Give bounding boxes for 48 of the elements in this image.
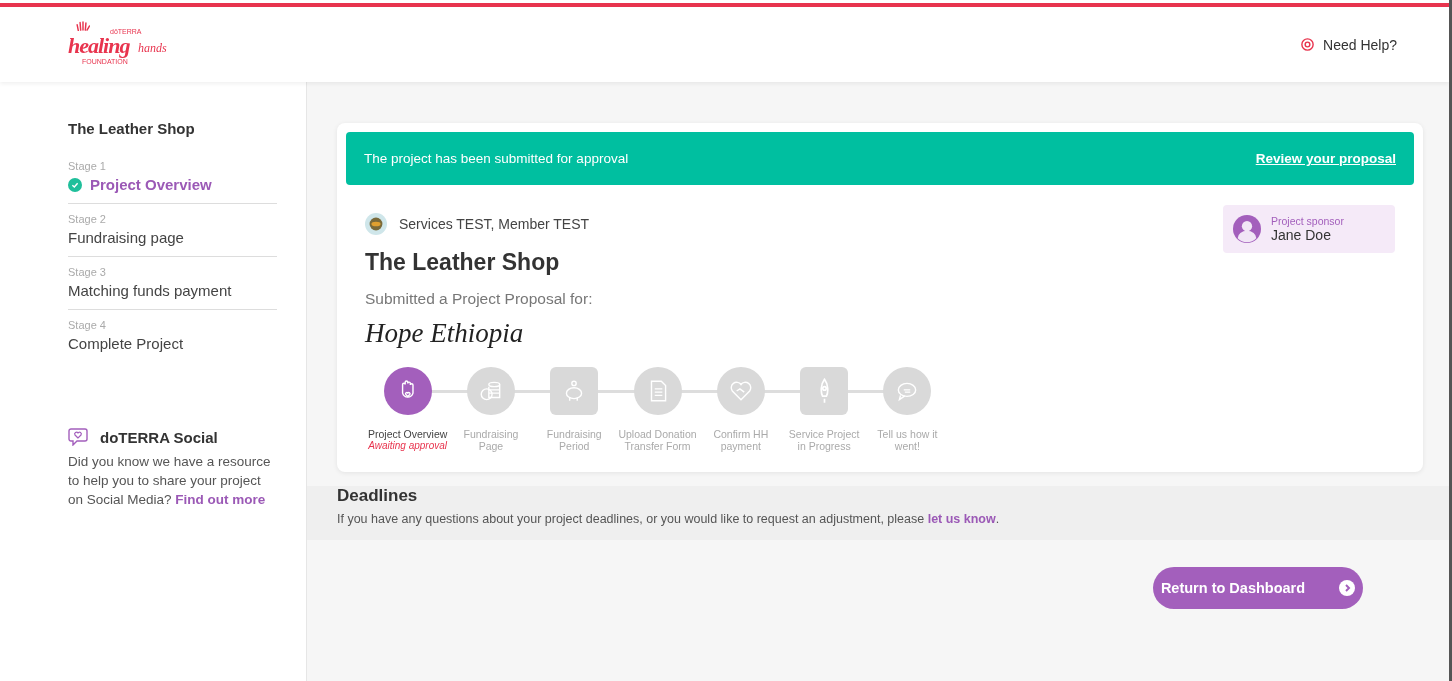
social-title: doTERRA Social bbox=[100, 428, 218, 446]
stage-link[interactable]: Project Overview bbox=[68, 176, 277, 193]
chevron-right-icon bbox=[1339, 580, 1356, 596]
square-step-marker[interactable] bbox=[550, 367, 599, 415]
step-label: Service Project in Progress bbox=[787, 428, 861, 452]
need-help-link[interactable]: Need Help? bbox=[1300, 36, 1397, 53]
stage-link[interactable]: Fundraising page bbox=[68, 229, 277, 246]
speech-heart-icon bbox=[68, 428, 88, 446]
member-badge-icon bbox=[365, 213, 387, 235]
return-to-dashboard-button[interactable]: Return to Dashboard bbox=[1153, 567, 1363, 609]
avatar-icon bbox=[1233, 215, 1261, 243]
step-label: Tell us how it went! bbox=[876, 428, 939, 452]
lifebuoy-icon bbox=[1300, 37, 1316, 52]
sponsor-name: Jane Doe bbox=[1271, 227, 1332, 243]
deadlines-text: If you have any questions about your project deadlines, or you would like to request an adjustment, please let us know. bbox=[337, 512, 1001, 526]
project-title: The Leather Shop bbox=[68, 120, 196, 137]
stage-label: Stage 2 bbox=[68, 213, 107, 225]
social-text: Did you know we have a resource to help you to share your project on Social Media? Find out more bbox=[68, 453, 272, 509]
proposal-subtitle: Submitted a Project Proposal for: bbox=[365, 290, 593, 308]
sponsor-label: Project sponsor bbox=[1271, 215, 1344, 227]
check-icon bbox=[68, 177, 82, 192]
stage-label: Stage 1 bbox=[68, 160, 107, 172]
step-label: Fundraising Period bbox=[545, 428, 603, 452]
find-out-more-link[interactable]: Find out more bbox=[175, 492, 266, 507]
stage-link[interactable]: Complete Project bbox=[68, 335, 277, 352]
banner-message: The project has been submitted for approval bbox=[364, 151, 629, 166]
round-step-marker[interactable] bbox=[383, 367, 432, 415]
project-name: The Leather Shop bbox=[365, 249, 561, 276]
step-label: Project Overview bbox=[367, 428, 448, 440]
member-names: Services TEST, Member TEST bbox=[399, 216, 590, 232]
stage-link[interactable]: Matching funds payment bbox=[68, 282, 277, 299]
charity-name: Hope Ethiopia bbox=[365, 318, 525, 349]
stage-label: Stage 3 bbox=[68, 266, 107, 278]
round-step-marker[interactable] bbox=[716, 367, 765, 415]
stage-label: Stage 4 bbox=[68, 319, 107, 331]
step-label: Upload Donation Transfer Form bbox=[617, 428, 698, 452]
rocket-icon bbox=[818, 378, 830, 404]
deadlines-heading: Deadlines bbox=[337, 486, 419, 506]
step-label: Fundraising Page bbox=[462, 428, 520, 452]
square-step-marker[interactable] bbox=[800, 367, 849, 415]
round-step-marker[interactable] bbox=[883, 367, 932, 415]
round-step-marker[interactable] bbox=[466, 367, 515, 415]
step-label: Confirm HH payment bbox=[712, 428, 770, 452]
review-proposal-link[interactable]: Review your proposal bbox=[1255, 151, 1396, 166]
let-us-know-link[interactable]: let us know bbox=[927, 512, 996, 526]
round-step-marker[interactable] bbox=[633, 367, 682, 415]
step-status: Awaiting approval bbox=[368, 440, 448, 451]
hand-logo-icon bbox=[76, 20, 90, 31]
